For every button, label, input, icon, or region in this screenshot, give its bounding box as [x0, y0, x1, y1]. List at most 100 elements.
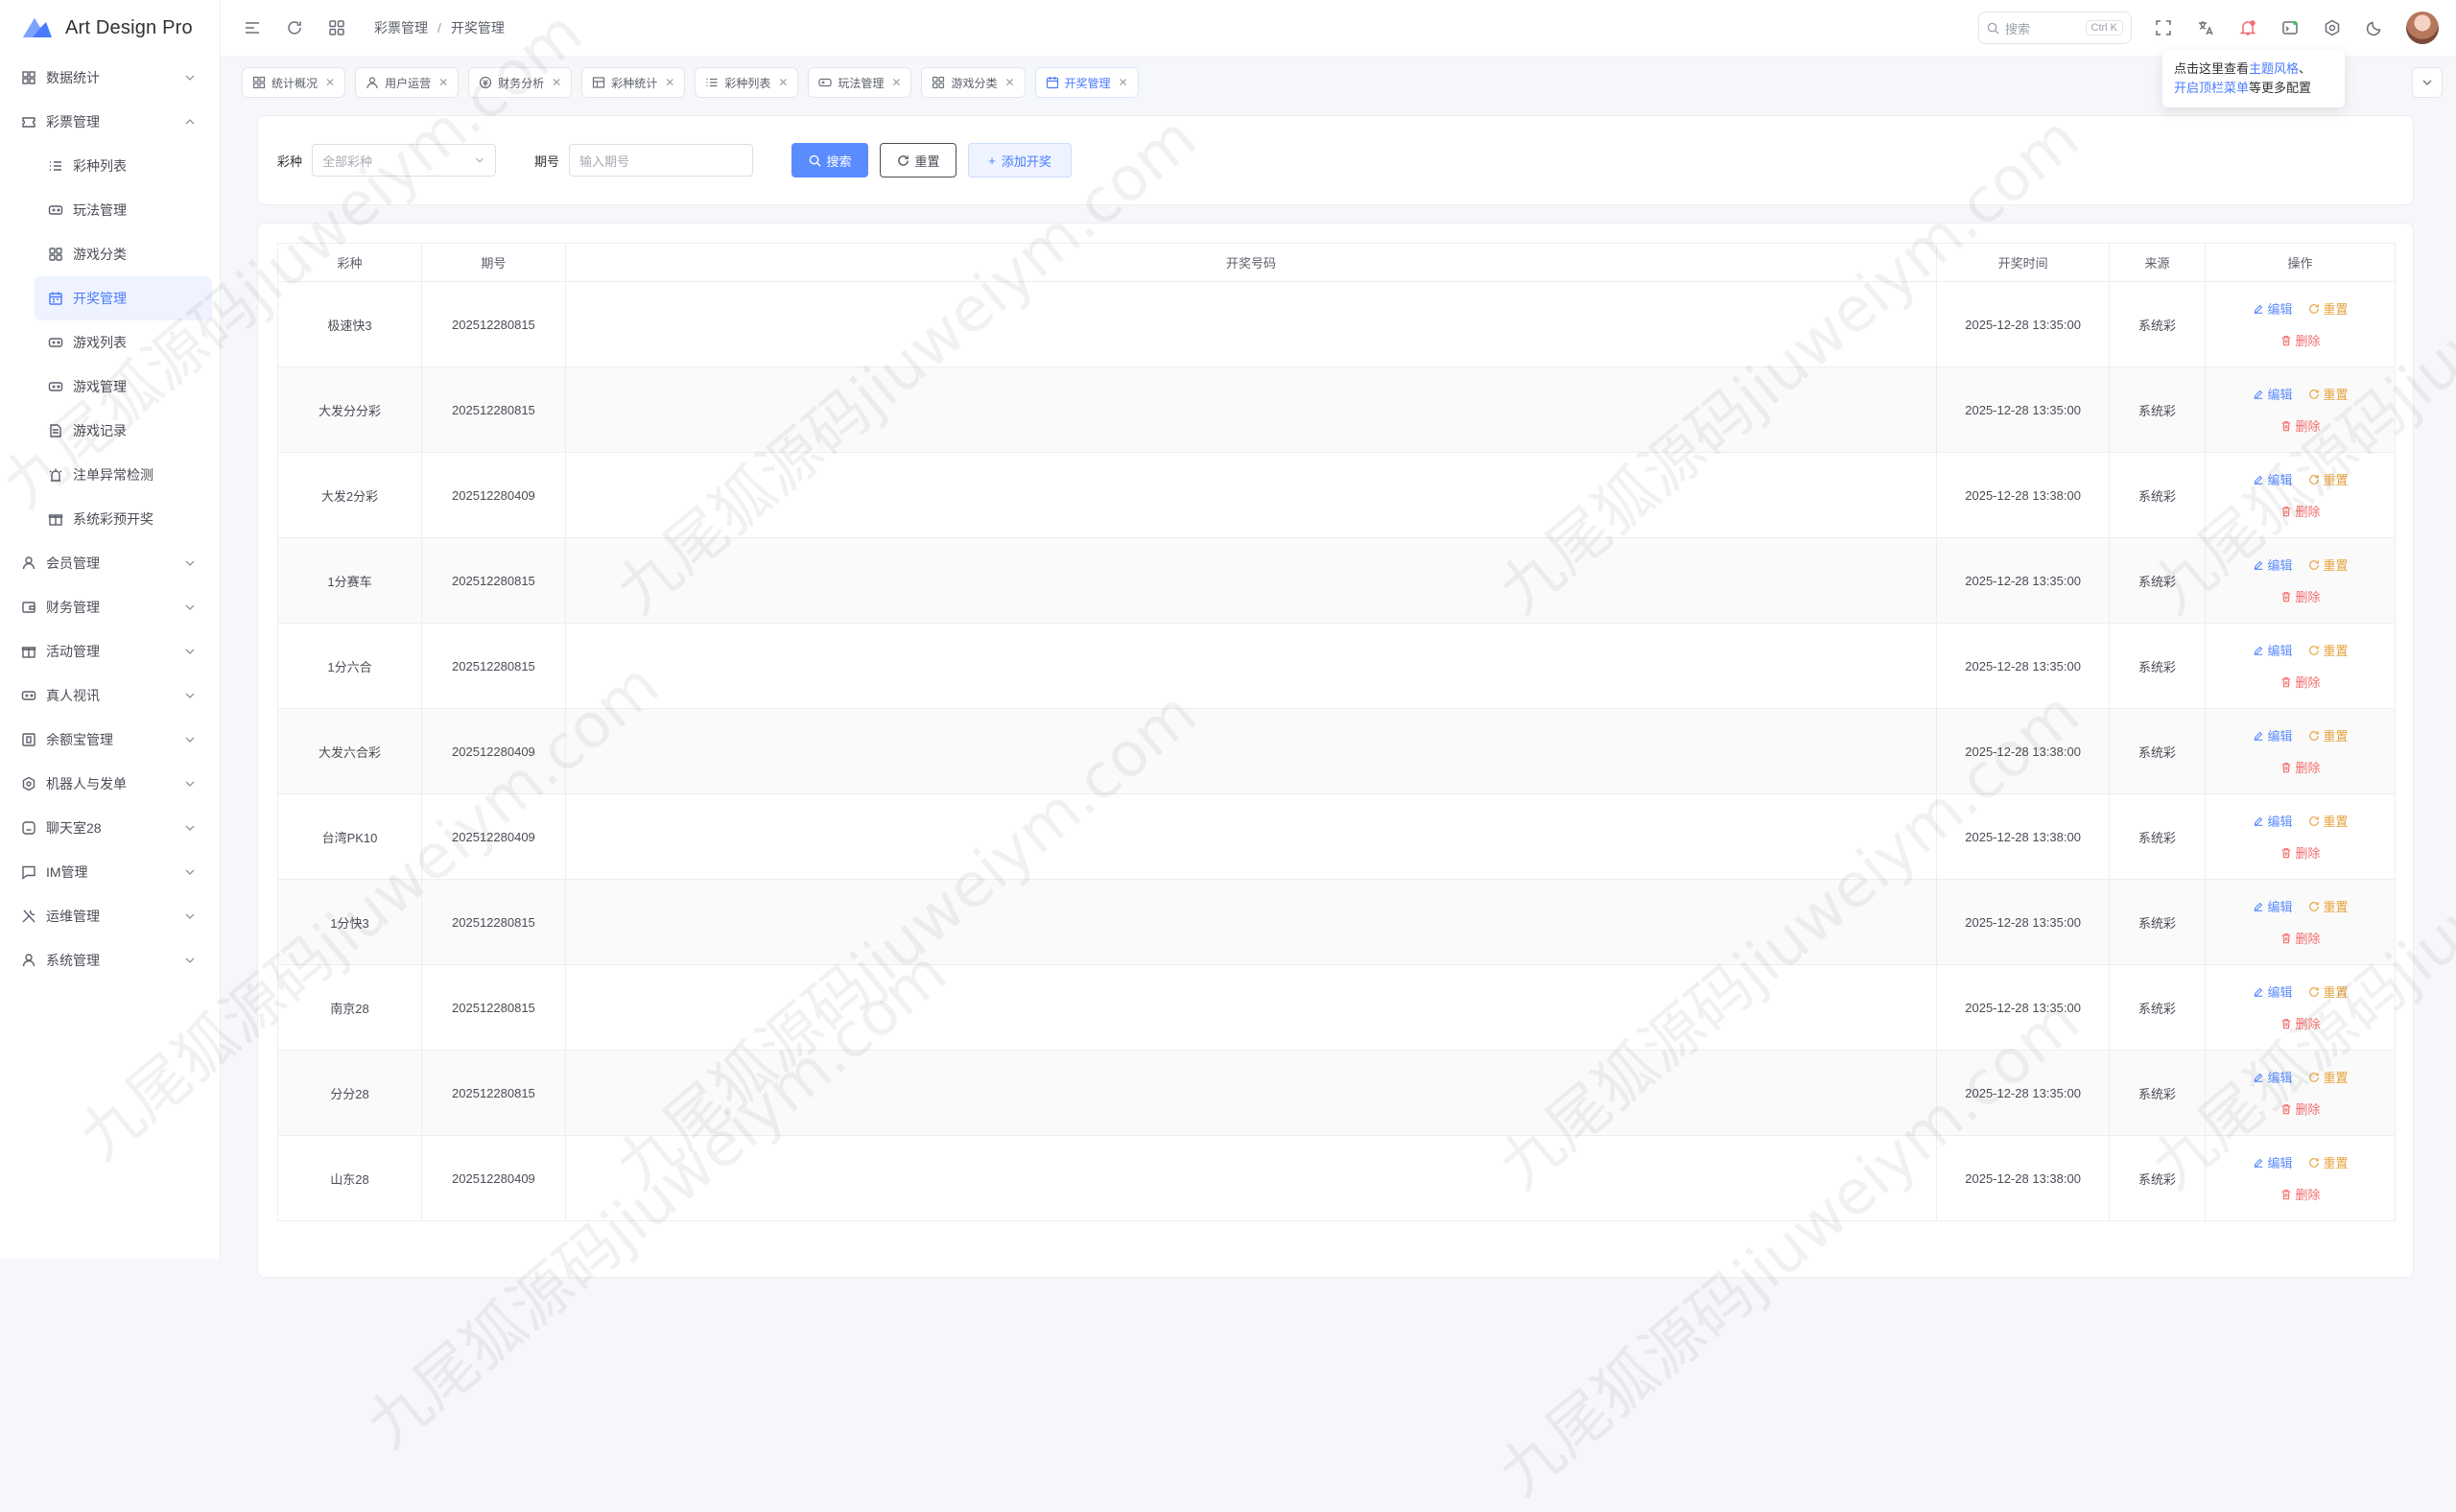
delete-button[interactable]: 删除	[2280, 673, 2321, 691]
reset-row-button[interactable]: 重置	[2308, 1068, 2349, 1086]
sidebar-item-chatroom[interactable]: 聊天室28	[8, 806, 212, 850]
reset-button[interactable]: 重置	[880, 143, 957, 177]
menu-toggle-icon[interactable]	[242, 17, 263, 38]
tab-draw-manage[interactable]: 开奖管理 ✕	[1034, 67, 1139, 98]
avatar[interactable]	[2406, 12, 2439, 44]
delete-button[interactable]: 删除	[2280, 502, 2321, 520]
breadcrumb-item[interactable]: 彩票管理	[374, 18, 428, 37]
edit-icon	[2254, 560, 2262, 570]
add-draw-button[interactable]: + 添加开奖	[968, 143, 1073, 177]
reset-row-button[interactable]: 重置	[2308, 897, 2349, 915]
edit-button[interactable]: 编辑	[2253, 555, 2293, 574]
tab-play-manage[interactable]: 玩法管理 ✕	[808, 67, 912, 98]
reset-row-button[interactable]: 重置	[2308, 812, 2349, 830]
close-icon[interactable]: ✕	[665, 76, 674, 89]
fullscreen-icon[interactable]	[2153, 17, 2174, 38]
reset-row-button[interactable]: 重置	[2308, 641, 2349, 659]
sidebar-subitem-system-predraw[interactable]: 系统彩预开奖	[35, 497, 212, 541]
sidebar-subitem-lottery-list[interactable]: 彩种列表	[35, 144, 212, 188]
issue-input[interactable]: 输入期号	[569, 144, 754, 177]
reset-row-button[interactable]: 重置	[2308, 555, 2349, 574]
edit-button[interactable]: 编辑	[2253, 299, 2293, 318]
sidebar-item-robots[interactable]: 机器人与发单	[8, 762, 212, 806]
edit-button[interactable]: 编辑	[2253, 812, 2293, 830]
reset-row-button[interactable]: 重置	[2308, 470, 2349, 488]
tabs-more-button[interactable]	[2412, 67, 2443, 98]
translate-icon[interactable]	[2195, 17, 2216, 38]
sidebar-item-system[interactable]: 系统管理	[8, 938, 212, 982]
edit-button[interactable]: 编辑	[2253, 470, 2293, 488]
sidebar-item-activities[interactable]: 活动管理	[8, 629, 212, 673]
reset-row-button[interactable]: 重置	[2308, 385, 2349, 403]
tooltip-line-2: 开启顶栏菜单等更多配置	[2174, 79, 2333, 98]
tab-user-ops[interactable]: 用户运营 ✕	[355, 67, 460, 98]
edit-button[interactable]: 编辑	[2253, 641, 2293, 659]
sidebar-subitem-game-list[interactable]: 游戏列表	[35, 320, 212, 365]
sidebar-item-lottery[interactable]: 彩票管理	[8, 100, 212, 144]
edit-button[interactable]: 编辑	[2253, 385, 2293, 403]
delete-button[interactable]: 删除	[2280, 1014, 2321, 1032]
edit-button[interactable]: 编辑	[2253, 982, 2293, 1001]
tooltip-link-theme[interactable]: 主题风格	[2249, 61, 2299, 76]
delete-button[interactable]: 删除	[2280, 929, 2321, 947]
tooltip-link-top-menu[interactable]: 开启顶栏菜单	[2174, 81, 2249, 95]
reset-row-button[interactable]: 重置	[2308, 299, 2349, 318]
tab-lottery-stats[interactable]: 彩种统计 ✕	[581, 67, 686, 98]
brand[interactable]: Art Design Pro	[0, 0, 220, 56]
tab-finance-analysis[interactable]: 财务分析 ✕	[468, 67, 573, 98]
reset-row-button[interactable]: 重置	[2308, 982, 2349, 1001]
delete-button[interactable]: 删除	[2280, 587, 2321, 605]
settings-icon[interactable]	[2322, 17, 2343, 38]
sidebar-subitem-anomaly-detect[interactable]: 注单异常检测	[35, 453, 212, 497]
reset-row-button[interactable]: 重置	[2308, 726, 2349, 744]
lottery-select[interactable]: 全部彩种	[312, 144, 497, 177]
edit-button[interactable]: 编辑	[2253, 1068, 2293, 1086]
list-icon	[46, 156, 65, 176]
refresh-icon[interactable]	[284, 17, 305, 38]
reset-row-button[interactable]: 重置	[2308, 1153, 2349, 1171]
sidebar-item-data-stats[interactable]: 数据统计	[8, 56, 212, 100]
edit-icon	[2254, 816, 2262, 826]
sidebar-item-ops[interactable]: 运维管理	[8, 894, 212, 938]
apps-grid-icon[interactable]	[326, 17, 347, 38]
delete-button[interactable]: 删除	[2280, 331, 2321, 349]
sidebar-item-members[interactable]: 会员管理	[8, 541, 212, 585]
global-search[interactable]: 搜索 Ctrl K	[1978, 12, 2132, 44]
tab-stats-overview[interactable]: 统计概况 ✕	[242, 67, 346, 98]
cell-source: 系统彩	[2109, 793, 2207, 880]
tab-lottery-list[interactable]: 彩种列表 ✕	[695, 67, 799, 98]
chat-icon[interactable]	[2279, 17, 2301, 38]
chevron-down-icon	[185, 913, 195, 919]
dark-mode-icon[interactable]	[2364, 17, 2385, 38]
table-row: 分分28 202512280815 2025-12-28 13:35:00 系统彩 编辑…	[277, 1050, 2396, 1136]
delete-button[interactable]: 删除	[2280, 758, 2321, 776]
edit-button[interactable]: 编辑	[2253, 1153, 2293, 1171]
notification-icon[interactable]	[2237, 17, 2258, 38]
close-icon[interactable]: ✕	[325, 76, 335, 89]
sidebar-subitem-game-records[interactable]: 游戏记录	[35, 409, 212, 453]
close-icon[interactable]: ✕	[1004, 76, 1014, 89]
delete-button[interactable]: 删除	[2280, 1185, 2321, 1203]
delete-button[interactable]: 删除	[2280, 416, 2321, 435]
search-button[interactable]: 搜索	[791, 143, 869, 177]
edit-button[interactable]: 编辑	[2253, 726, 2293, 744]
tab-game-category[interactable]: 游戏分类 ✕	[921, 67, 1026, 98]
delete-button[interactable]: 删除	[2280, 843, 2321, 862]
sidebar-subitem-game-manage[interactable]: 游戏管理	[35, 365, 212, 409]
sidebar-item-finance[interactable]: 财务管理	[8, 585, 212, 629]
edit-button[interactable]: 编辑	[2253, 897, 2293, 915]
close-icon[interactable]: ✕	[778, 76, 788, 89]
close-icon[interactable]: ✕	[438, 76, 448, 89]
trash-icon	[2281, 933, 2290, 943]
sidebar-item-im[interactable]: IM管理	[8, 850, 212, 894]
close-icon[interactable]: ✕	[891, 76, 901, 89]
sidebar-item-yuebao[interactable]: 余额宝管理	[8, 718, 212, 762]
sidebar-subitem-game-category[interactable]: 游戏分类	[35, 232, 212, 276]
sidebar-subitem-draw-manage[interactable]: 开奖管理	[35, 276, 212, 320]
delete-button[interactable]: 删除	[2280, 1099, 2321, 1118]
close-icon[interactable]: ✕	[552, 76, 561, 89]
sidebar-item-live-video[interactable]: 真人视讯	[8, 673, 212, 718]
close-icon[interactable]: ✕	[1119, 76, 1128, 89]
sidebar-subitem-play-manage[interactable]: 玩法管理	[35, 188, 212, 232]
chevron-down-icon	[185, 75, 195, 81]
